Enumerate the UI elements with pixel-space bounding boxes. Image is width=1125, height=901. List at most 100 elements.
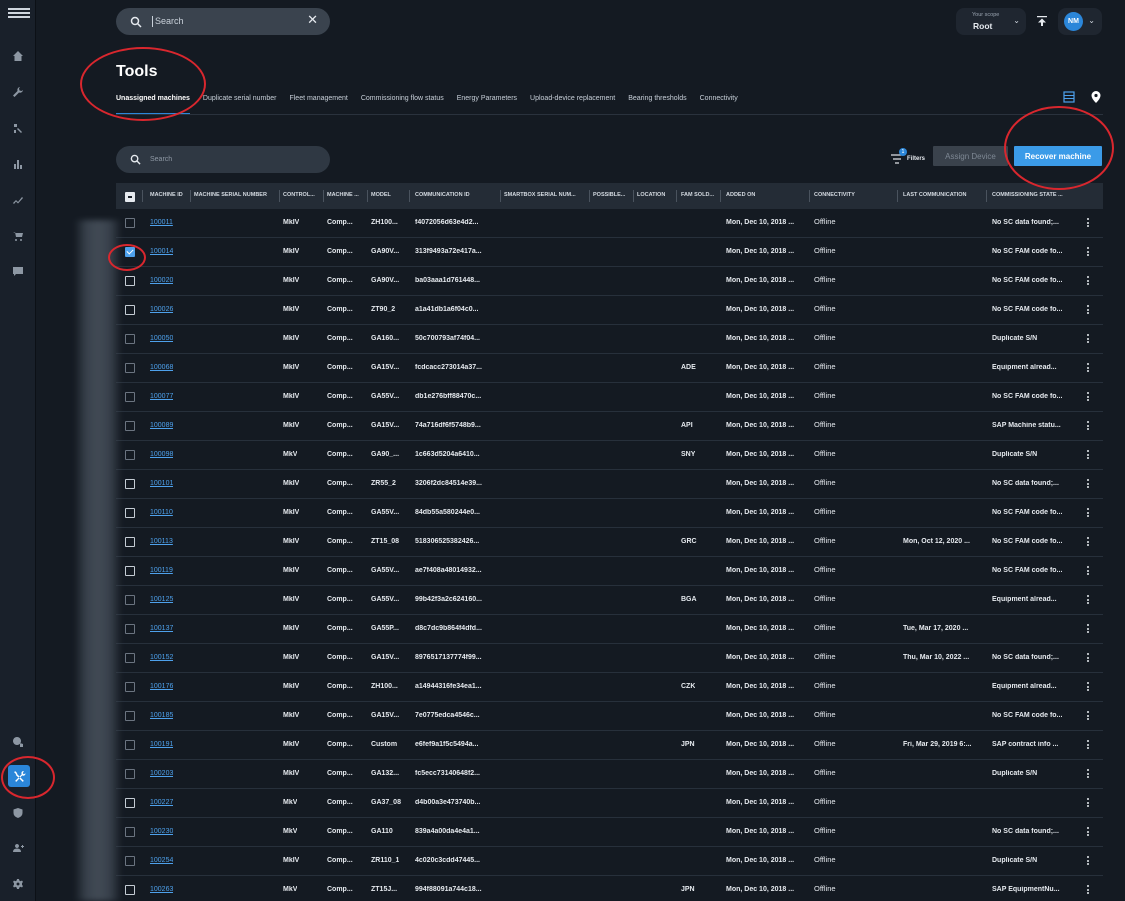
machine-id-link[interactable]: 100191 [150, 741, 173, 748]
table-row[interactable]: 100125 MkIV Comp... GA55V... 99b42f3a2c62416… [116, 586, 1103, 615]
machine-id-link[interactable]: 100068 [150, 364, 173, 371]
row-checkbox[interactable] [125, 421, 135, 431]
machine-id-link[interactable]: 100125 [150, 596, 173, 603]
assign-device-button[interactable]: Assign Device [933, 146, 1008, 166]
bar-chart-icon[interactable] [10, 156, 26, 172]
row-checkbox[interactable] [125, 711, 135, 721]
table-row[interactable]: 100113 MkIV Comp... ZT15_08 518306525382426.… [116, 528, 1103, 557]
table-search-input[interactable]: Search [150, 156, 172, 163]
row-checkbox[interactable] [125, 885, 135, 895]
gear-icon[interactable] [10, 876, 26, 892]
table-row[interactable]: 100077 MkIV Comp... GA55V... db1e276bff88470… [116, 383, 1103, 412]
row-menu-icon[interactable] [1086, 218, 1090, 228]
table-row[interactable]: 100011 MkIV Comp... ZH100... f4072056d63e4d2… [116, 209, 1103, 238]
table-row[interactable]: 100098 MkV Comp... GA90_... 1c663d5204a6410.… [116, 441, 1103, 470]
row-menu-icon[interactable] [1086, 508, 1090, 518]
row-checkbox[interactable] [125, 798, 135, 808]
machine-id-link[interactable]: 100077 [150, 393, 173, 400]
tab-commissioning-flow-status[interactable]: Commissioning flow status [361, 93, 444, 115]
table-row[interactable]: 100203 MkIV Comp... GA132... fc5ecc73140648f… [116, 760, 1103, 789]
map-pin-icon[interactable] [1090, 90, 1102, 104]
table-row[interactable]: 100185 MkIV Comp... GA15V... 7e0775edca4546c… [116, 702, 1103, 731]
col-model[interactable]: MODEL [371, 192, 407, 198]
table-row[interactable]: 100230 MkV Comp... GA110 839a4a00da4e4a1... M… [116, 818, 1103, 847]
col-fam-sold[interactable]: FAM SOLD... [681, 192, 719, 198]
machine-id-link[interactable]: 100137 [150, 625, 173, 632]
tab-fleet-management[interactable]: Fleet management [289, 93, 347, 115]
table-row[interactable]: 100152 MkIV Comp... GA15V... 8976517137774f9… [116, 644, 1103, 673]
col-smartbox-serial[interactable]: SMARTBOX SERIAL NUM... [504, 192, 588, 198]
list-view-icon[interactable] [1063, 91, 1075, 103]
tab-energy-parameters[interactable]: Energy Parameters [457, 93, 517, 115]
col-machine-serial-number[interactable]: MACHINE SERIAL NUMBER [194, 192, 278, 198]
user-menu[interactable]: NM ⌄ [1058, 8, 1102, 35]
row-checkbox[interactable] [125, 450, 135, 460]
table-row[interactable]: 100110 MkIV Comp... GA55V... 84db55a580244e0… [116, 499, 1103, 528]
machine-id-link[interactable]: 100113 [150, 538, 173, 545]
table-row[interactable]: 100089 MkIV Comp... GA15V... 74a716df6f5748b… [116, 412, 1103, 441]
machine-id-link[interactable]: 100119 [150, 567, 173, 574]
row-checkbox[interactable] [125, 595, 135, 605]
row-menu-icon[interactable] [1086, 595, 1090, 605]
col-added-on[interactable]: ADDED ON [726, 192, 806, 198]
machine-id-link[interactable]: 100101 [150, 480, 173, 487]
row-menu-icon[interactable] [1086, 856, 1090, 866]
row-menu-icon[interactable] [1086, 537, 1090, 547]
settings-shield-icon[interactable] [10, 734, 26, 750]
machine-id-link[interactable]: 100098 [150, 451, 173, 458]
row-menu-icon[interactable] [1086, 740, 1090, 750]
col-connectivity[interactable]: CONNECTIVITY [814, 192, 894, 198]
table-row[interactable]: 100254 MkIV Comp... ZR110_1 4c020c3cdd47445.… [116, 847, 1103, 876]
row-menu-icon[interactable] [1086, 653, 1090, 663]
table-row[interactable]: 100101 MkIV Comp... ZR55_2 3206f2dc84514e39.… [116, 470, 1103, 499]
machine-id-link[interactable]: 100050 [150, 335, 173, 342]
row-menu-icon[interactable] [1086, 247, 1090, 257]
tab-upload-device-replacement[interactable]: Upload-device replacement [530, 93, 615, 115]
machine-id-link[interactable]: 100176 [150, 683, 173, 690]
row-menu-icon[interactable] [1086, 450, 1090, 460]
row-menu-icon[interactable] [1086, 421, 1090, 431]
row-checkbox[interactable] [125, 653, 135, 663]
table-row[interactable]: 100137 MkIV Comp... GA55P... d8c7dc9b864f4df… [116, 615, 1103, 644]
row-menu-icon[interactable] [1086, 769, 1090, 779]
tab-duplicate-serial-number[interactable]: Duplicate serial number [203, 93, 277, 115]
machine-id-link[interactable]: 100203 [150, 770, 173, 777]
table-row[interactable]: 100020 MkIV Comp... GA90V... ba03aaa1d761448… [116, 267, 1103, 296]
global-search-input[interactable]: Search [152, 16, 184, 27]
row-checkbox[interactable] [125, 856, 135, 866]
col-location[interactable]: LOCATION [637, 192, 675, 198]
machine-id-link[interactable]: 100026 [150, 306, 173, 313]
table-row[interactable]: 100014 MkIV Comp... GA90V... 313f9493a72e417… [116, 238, 1103, 267]
row-checkbox[interactable] [125, 276, 135, 286]
wrench-icon[interactable] [10, 84, 26, 100]
trend-icon[interactable] [10, 192, 26, 208]
machine-id-link[interactable]: 100011 [150, 219, 173, 226]
row-checkbox[interactable] [125, 769, 135, 779]
machine-id-link[interactable]: 100227 [150, 799, 173, 806]
tab-bearing-thresholds[interactable]: Bearing thresholds [628, 93, 686, 115]
row-menu-icon[interactable] [1086, 711, 1090, 721]
message-icon[interactable] [10, 263, 26, 279]
row-checkbox[interactable] [125, 334, 135, 344]
machine-id-link[interactable]: 100020 [150, 277, 173, 284]
table-row[interactable]: 100068 MkIV Comp... GA15V... fcdcacc273014a3… [116, 354, 1103, 383]
cart-icon[interactable] [10, 228, 26, 244]
col-control[interactable]: CONTROL... [283, 192, 323, 198]
row-checkbox[interactable] [125, 624, 135, 634]
row-checkbox[interactable] [125, 827, 135, 837]
row-checkbox[interactable] [125, 363, 135, 373]
table-row[interactable]: 100026 MkIV Comp... ZT90_2 a1a41db1a6f04c0..… [116, 296, 1103, 325]
row-menu-icon[interactable] [1086, 392, 1090, 402]
table-row[interactable]: 100050 MkIV Comp... GA160... 50c700793af74f0… [116, 325, 1103, 354]
col-last-communication[interactable]: LAST COMMUNICATION [903, 192, 987, 198]
service-icon[interactable] [10, 120, 26, 136]
row-menu-icon[interactable] [1086, 363, 1090, 373]
row-checkbox[interactable] [125, 740, 135, 750]
machine-id-link[interactable]: 100254 [150, 857, 173, 864]
row-checkbox[interactable] [125, 566, 135, 576]
global-search[interactable]: Search ✕ [116, 8, 330, 35]
row-checkbox[interactable] [125, 392, 135, 402]
table-search[interactable]: Search [116, 146, 330, 173]
machine-id-link[interactable]: 100110 [150, 509, 173, 516]
col-commissioning-state[interactable]: COMMISSIONING STATE ... [992, 192, 1076, 198]
